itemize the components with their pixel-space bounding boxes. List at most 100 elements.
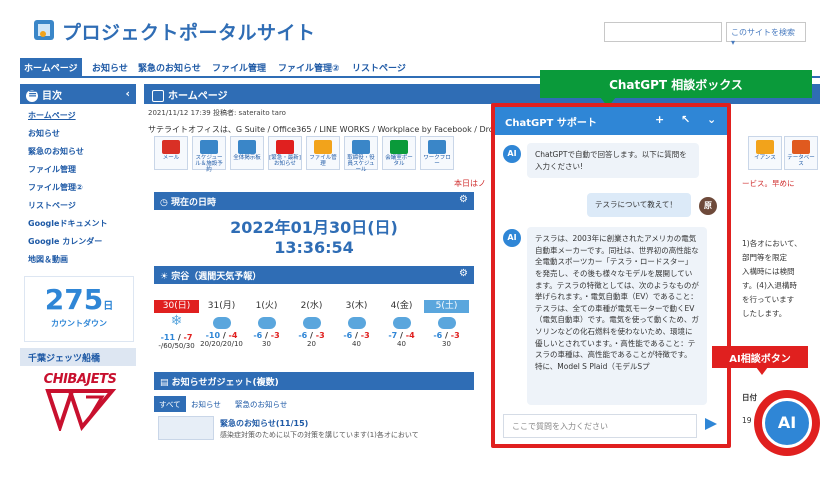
ai-consult-button[interactable]: AI (762, 398, 812, 448)
sun-icon: ☀ (160, 272, 172, 282)
chat-message-bot: ChatGPTで自動で回答します。以下に質問を入力ください! (527, 143, 699, 179)
expand-icon[interactable]: ↖ (681, 113, 690, 126)
gear-icon[interactable]: ⚙ (459, 268, 468, 279)
app-tile-files[interactable]: ファイル管理 (306, 136, 340, 170)
site-header: プロジェクトポータルサイト このサイトを検索 ▾ (20, 10, 820, 54)
sidebar-link-google-calendar[interactable]: Google カレンダー (28, 236, 102, 247)
chatgpt-chat-box: ChatGPT サポート + ↖ ⌄ AI ChatGPTで自動で回答します。以… (491, 103, 731, 448)
sidebar-link-home[interactable]: ホームページ (28, 110, 76, 121)
nav-item-list-page[interactable]: リストページ (348, 58, 410, 76)
chat-message-bot: テスラは、2003年に創業されたアメリカの電気自動車メーカーです。同社は、世界初… (527, 227, 707, 405)
countdown-unit: 日 (103, 301, 114, 312)
weather-day: 1(火) -6 / -3 30 (253, 301, 280, 348)
sidebar-link-news[interactable]: お知らせ (28, 128, 60, 139)
toc-title: 目次 (42, 91, 62, 102)
workflow-icon (428, 140, 446, 154)
user-avatar: 原 (699, 197, 717, 215)
app-tile-workflow[interactable]: ワークフロー (420, 136, 454, 170)
app-tile-bulletin[interactable]: 全体掲示板 (230, 136, 264, 170)
post-lead-text: サテライトオフィスは、G Suite / Office365 / LINE WO… (148, 125, 499, 134)
list-icon: ▤ (160, 378, 172, 388)
right-text-line: 1)各オにおいて、 (742, 239, 802, 248)
ai-avatar: AI (503, 229, 521, 247)
menu-icon (26, 87, 38, 102)
app-tile-meeting-room[interactable]: 会議室ポータル (382, 136, 416, 170)
weather-panel-header: ☀ 宗谷（週間天気予報） ⚙ (154, 266, 474, 284)
app-tile-urgent[interactable]: [緊急・最新]お知らせ (268, 136, 302, 170)
team-section-title: 千葉ジェッツ船橋 (20, 348, 136, 366)
news-tabs: すべて お知らせ 緊急のお知らせ (154, 396, 474, 412)
tab-all[interactable]: すべて (154, 396, 186, 412)
right-column-value: 19 (742, 416, 752, 425)
cloud-icon (302, 317, 321, 329)
right-text-line: 部門等を限定 (742, 253, 787, 262)
app-launcher: メール スケジュール＆施設予約 全体掲示板 [緊急・最新]お知らせ ファイル管理… (154, 136, 494, 174)
chevron-down-icon[interactable]: ⌄ (707, 113, 716, 126)
notice-red-text: 本日はノ (454, 179, 486, 188)
tab-urgent-news[interactable]: 緊急のお知らせ (230, 396, 292, 412)
team-logo-text: CHIBAJETS (43, 372, 117, 387)
cloud-icon (392, 317, 411, 329)
people-icon (352, 140, 370, 154)
callout-pointer (756, 367, 768, 375)
right-column-header: 日付 (742, 393, 757, 402)
clock-icon: ◷ (160, 198, 171, 208)
nav-item-home[interactable]: ホームページ (20, 58, 82, 76)
right-text-line: す。(4)入退構時 (742, 281, 797, 290)
chevron-left-icon[interactable]: ‹ (125, 87, 130, 100)
right-notice: ービス。早めに (742, 179, 795, 188)
nav-item-urgent-news[interactable]: 緊急のお知らせ (134, 58, 205, 76)
right-text-line: 入構時には検問 (742, 267, 795, 276)
gear-icon[interactable]: ⚙ (459, 194, 468, 205)
sidebar-link-file-management-2[interactable]: ファイル管理② (28, 182, 83, 193)
news-panel-header: ▤ お知らせガジェット(複数) (154, 372, 474, 390)
clock-panel-header: ◷ 現在の日時 ⚙ (154, 192, 474, 210)
nav-item-news[interactable]: お知らせ (88, 58, 132, 76)
site-search-input[interactable] (604, 22, 722, 42)
app-tile-exec-schedule[interactable]: 取締役・役員スケジュール (344, 136, 378, 173)
app-tile-mail[interactable]: メール (154, 136, 188, 170)
post-meta: 2021/11/12 17:39 投稿者: sateraito taro (148, 109, 286, 117)
tab-news[interactable]: お知らせ (186, 396, 226, 412)
right-text-line: を行っています (742, 295, 795, 304)
sidebar-link-list-page[interactable]: リストページ (28, 200, 76, 211)
sidebar-link-urgent-news[interactable]: 緊急のお知らせ (28, 146, 84, 157)
bulletin-icon (238, 140, 256, 154)
alert-icon (276, 140, 294, 154)
app-tile-database[interactable]: テータベース (784, 136, 818, 170)
compliance-icon (756, 140, 774, 154)
weather-day: 30(日) ❄ -11 / -7 -/60/50/30 (154, 300, 199, 364)
team-logo[interactable]: CHIBAJETS (42, 372, 118, 436)
database-icon (792, 140, 810, 154)
sidebar-link-file-management[interactable]: ファイル管理 (28, 164, 76, 175)
chat-message-user: テスラについて教えて！ (587, 193, 691, 217)
nav-item-file-management[interactable]: ファイル管理 (208, 58, 270, 76)
news-thumbnail[interactable] (158, 416, 214, 440)
ai-avatar: AI (503, 145, 521, 163)
cloud-icon (212, 317, 231, 329)
calendar-icon (200, 140, 218, 154)
weather-forecast: 30(日) ❄ -11 / -7 -/60/50/30 31(月) -10 / … (154, 300, 474, 364)
room-icon (390, 140, 408, 154)
site-logo-icon (34, 20, 54, 40)
weather-day: 2(水) -6 / -3 20 (298, 301, 325, 348)
nav-item-file-management-2[interactable]: ファイル管理② (274, 58, 344, 76)
chat-input[interactable]: ここで質問を入力ください (503, 414, 697, 438)
send-icon[interactable] (705, 418, 717, 430)
weather-day: 4(金) -7 / -4 40 (388, 301, 415, 348)
app-tile-compliance[interactable]: イアンス (748, 136, 782, 170)
weather-day: 5(土) -6 / -3 30 (424, 300, 469, 364)
site-title[interactable]: プロジェクトポータルサイト (62, 18, 316, 45)
home-icon (152, 90, 164, 102)
search-scope-dropdown[interactable]: このサイトを検索 ▾ (726, 22, 806, 47)
sidebar-link-map-video[interactable]: 地図＆動画 (28, 254, 68, 265)
news-item-title[interactable]: 緊急のお知らせ(11/15) (220, 418, 308, 429)
clock-date: 2022年01月30日(日) (230, 218, 398, 237)
weather-panel-title: 宗谷（週間天気予報） (171, 272, 262, 282)
chat-box-callout: ChatGPT 相談ボックス (540, 70, 812, 98)
mail-icon (162, 140, 180, 154)
app-tile-schedule[interactable]: スケジュール＆施設予約 (192, 136, 226, 173)
countdown-number: 275 (44, 283, 104, 316)
sidebar-link-google-docs[interactable]: Googleドキュメント (28, 218, 107, 229)
plus-icon[interactable]: + (655, 113, 664, 126)
